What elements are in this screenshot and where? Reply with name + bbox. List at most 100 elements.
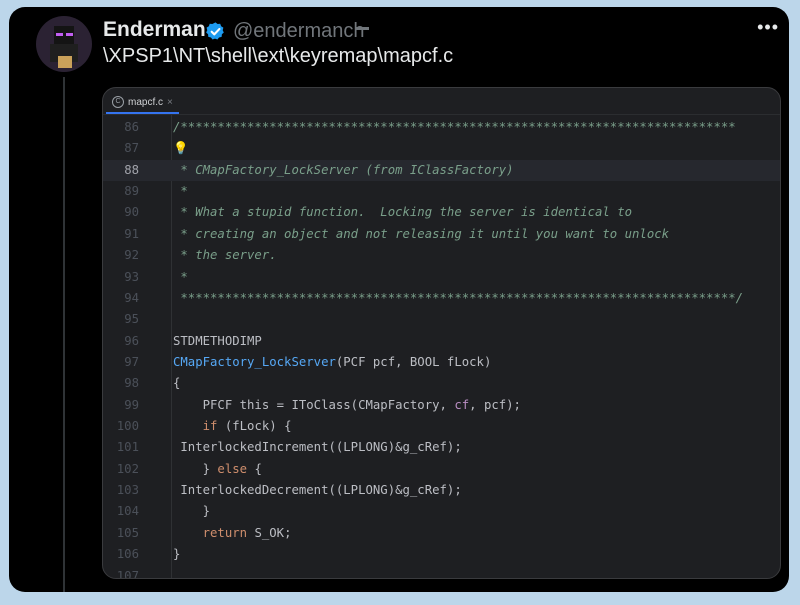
- line-number: 89: [124, 184, 139, 199]
- code-line[interactable]: 92 * the server.: [103, 245, 780, 266]
- code-token: InterlockedIncrement((LPLONG)&g_cRef);: [173, 440, 462, 455]
- line-number: 96: [124, 333, 139, 348]
- code-token: ****************************************…: [173, 290, 744, 305]
- code-token: STDMETHODIMP: [173, 333, 262, 348]
- code-line[interactable]: 90 * What a stupid function. Locking the…: [103, 202, 780, 223]
- code-text: *: [173, 181, 188, 202]
- tab-label: mapcf.c: [128, 96, 164, 108]
- code-line[interactable]: 106}: [103, 544, 780, 565]
- code-text: 💡: [173, 138, 188, 159]
- code-line[interactable]: 100 if (fLock) {: [103, 416, 780, 437]
- code-text: * the server.: [173, 245, 277, 266]
- avatar[interactable]: [36, 16, 92, 72]
- code-text: PFCF this = IToClass(CMapFactory, cf, pc…: [173, 395, 521, 416]
- code-line[interactable]: 107: [103, 566, 780, 579]
- code-line[interactable]: 103 InterlockedDecrement((LPLONG)&g_cRef…: [103, 480, 780, 501]
- line-number: 87: [124, 141, 139, 156]
- code-line[interactable]: 99 PFCF this = IToClass(CMapFactory, cf,…: [103, 395, 780, 416]
- line-number: 101: [116, 440, 139, 455]
- code-line[interactable]: 94 *************************************…: [103, 288, 780, 309]
- line-number: 105: [116, 525, 139, 540]
- thread-line: [63, 77, 65, 592]
- code-text: InterlockedIncrement((LPLONG)&g_cRef);: [173, 437, 462, 458]
- author-handle[interactable]: @endermanch: [233, 20, 364, 43]
- avatar-eye: [56, 33, 63, 36]
- code-line[interactable]: 93 *: [103, 267, 780, 288]
- code-text: *: [173, 267, 188, 288]
- line-number: 98: [124, 376, 139, 391]
- code-token: (fLock) {: [217, 419, 292, 434]
- code-line[interactable]: 91 * creating an object and not releasin…: [103, 224, 780, 245]
- line-number: 99: [124, 397, 139, 412]
- code-text: } else {: [173, 459, 262, 480]
- code-line[interactable]: 102 } else {: [103, 459, 780, 480]
- code-text: STDMETHODIMP: [173, 331, 262, 352]
- code-token: * What a stupid function. Locking the se…: [173, 205, 633, 220]
- code-token: CMapFactory_LockServer: [173, 354, 336, 369]
- code-token: }: [173, 461, 218, 476]
- line-number: 106: [116, 547, 139, 562]
- c-file-icon: C: [112, 96, 124, 108]
- code-line[interactable]: 89 *: [103, 181, 780, 202]
- author-name[interactable]: Enderman: [103, 18, 206, 42]
- code-token: {: [247, 461, 262, 476]
- line-number: 94: [124, 290, 139, 305]
- avatar-eye: [66, 33, 73, 36]
- tweet-text: \XPSP1\NT\shell\ext\keyremap\mapcf.c: [103, 45, 454, 67]
- code-text: return S_OK;: [173, 523, 292, 544]
- code-token: *: [173, 269, 188, 284]
- line-number: 102: [116, 461, 139, 476]
- code-line[interactable]: 101 InterlockedIncrement((LPLONG)&g_cRef…: [103, 437, 780, 458]
- code-line[interactable]: 98 {: [103, 373, 780, 394]
- code-token: return: [202, 525, 248, 540]
- code-token: InterlockedDecrement((LPLONG)&g_cRef);: [173, 483, 462, 498]
- code-token: /***************************************…: [173, 120, 736, 134]
- code-token: *: [173, 184, 188, 199]
- code-text: if (fLock) {: [173, 416, 292, 437]
- code-token: PFCF this = IToClass(CMapFactory,: [173, 397, 455, 412]
- line-number: 104: [116, 504, 139, 519]
- code-token: S_OK;: [247, 525, 292, 540]
- line-number: 107: [116, 568, 139, 579]
- code-text: }: [173, 501, 210, 522]
- code-line[interactable]: 86 /*************************************…: [103, 117, 780, 138]
- code-line[interactable]: 95: [103, 309, 780, 330]
- code-token: else: [217, 461, 248, 476]
- close-icon[interactable]: ×: [167, 97, 173, 108]
- line-number: 90: [124, 205, 139, 220]
- redaction-dot: [355, 27, 369, 30]
- code-line[interactable]: 88 * CMapFactory_LockServer (from IClass…: [103, 159, 780, 182]
- line-number: 92: [124, 248, 139, 263]
- line-number: 91: [124, 226, 139, 241]
- code-token: }: [173, 504, 211, 519]
- code-line[interactable]: 96 STDMETHODIMP: [103, 331, 780, 352]
- lightbulb-icon: 💡: [173, 141, 189, 156]
- line-number: 97: [124, 354, 139, 369]
- redacted-area: [369, 13, 559, 41]
- verified-badge-icon: [206, 22, 224, 40]
- code-line[interactable]: 105 return S_OK;: [103, 523, 780, 544]
- tab-mapcf[interactable]: C mapcf.c ×: [106, 92, 179, 114]
- line-number: 103: [116, 483, 139, 498]
- code-token: (PCF pcf, BOOL fLock): [335, 354, 492, 369]
- code-text: {: [173, 373, 180, 394]
- line-number: 100: [116, 419, 139, 434]
- code-line[interactable]: 87 💡: [103, 138, 780, 159]
- more-options-icon[interactable]: •••: [757, 17, 779, 38]
- code-token: cf: [454, 397, 470, 412]
- code-token: * the server.: [173, 248, 277, 263]
- code-editor-screenshot: C mapcf.c × 86 /*************************…: [102, 87, 781, 579]
- code-line[interactable]: 104 }: [103, 501, 780, 522]
- code-token: * creating an object and not releasing i…: [173, 226, 670, 241]
- code-text: ****************************************…: [173, 288, 743, 309]
- code-token: if: [202, 419, 218, 434]
- code-text: }: [173, 544, 180, 565]
- code-text: CMapFactory_LockServer(PCF pcf, BOOL fLo…: [173, 352, 491, 373]
- editor-tabbar: C mapcf.c ×: [103, 88, 780, 114]
- code-token: * CMapFactory_LockServer (from IClassFac…: [173, 162, 514, 177]
- code-line[interactable]: 97 CMapFactory_LockServer(PCF pcf, BOOL f…: [103, 352, 780, 373]
- code-text: /***************************************…: [173, 117, 736, 138]
- code-text: * creating an object and not releasing i…: [173, 224, 669, 245]
- avatar-block: [58, 56, 72, 68]
